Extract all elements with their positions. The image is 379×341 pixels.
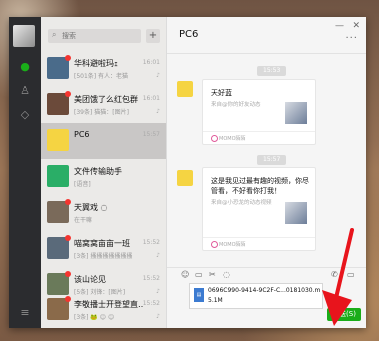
item-time: 15:52 bbox=[142, 239, 160, 246]
card-thumbnail bbox=[285, 102, 307, 124]
list-item[interactable]: 李敬播士开登望直… [3条] 🐸 😊 😊 15:52 ♪ bbox=[41, 292, 166, 328]
card-source: MOMO陌陌 bbox=[203, 131, 315, 144]
scissors-icon[interactable]: ✂ bbox=[209, 270, 216, 279]
item-name: 喵窝窝亩亩一班 bbox=[74, 239, 130, 248]
item-preview: [3条] 搔搔搔搔搔搔搔 bbox=[74, 253, 133, 260]
file-attachment[interactable]: ▤ 0696C990-9414-9C2F-C...0181030.mp4 5.1… bbox=[189, 283, 323, 309]
card-title: 这是我见过最有趣的视频，你尽管看，不好看你打我！ bbox=[211, 177, 309, 195]
card-title: 天好蓝 bbox=[211, 89, 232, 97]
share-card[interactable]: 天好蓝 来自@你的好友动态 MOMO陌陌 bbox=[202, 79, 316, 145]
item-preview: [3条] 🐸 😊 😊 bbox=[74, 314, 115, 321]
add-button[interactable]: + bbox=[146, 29, 160, 43]
timestamp: 15:57 bbox=[257, 155, 287, 165]
file-size: 5.1M bbox=[208, 297, 223, 304]
chat-header: PC6 — ✕ ··· bbox=[167, 17, 366, 54]
mute-icon: ♪ bbox=[156, 72, 160, 79]
close-button[interactable]: ✕ bbox=[352, 21, 360, 31]
share-card[interactable]: 这是我见过最有趣的视频，你尽管看，不好看你打我！ 来自@小恐龙的动态视频 MOM… bbox=[202, 167, 316, 251]
folder-icon[interactable]: ▭ bbox=[195, 270, 203, 279]
item-name: 天翼戏 ◌ bbox=[74, 203, 108, 212]
list-item[interactable]: 喵窝窝亩亩一班 [3条] 搔搔搔搔搔搔搔 15:52 ♪ bbox=[41, 231, 166, 267]
item-preview: [语音] bbox=[74, 181, 91, 188]
item-name: 李敬播士开登望直… bbox=[74, 300, 144, 309]
conversation-list: ⌕ + 华科避啦玛ｪ [501条] 有人：老猫 16:01 ♪ 美团饿了么红包群… bbox=[41, 17, 167, 328]
sender-avatar[interactable] bbox=[177, 170, 193, 186]
item-time: 15:57 bbox=[142, 131, 160, 138]
chat-bubble-icon[interactable]: ◌ bbox=[223, 270, 230, 279]
more-button[interactable]: ··· bbox=[345, 33, 358, 44]
input-toolbar: ☺ ▭ ✂ ◌ ✆ ▭ bbox=[167, 267, 366, 282]
left-nav: ● ♙ ◇ ≡ bbox=[9, 17, 41, 328]
search-box[interactable]: ⌕ bbox=[48, 29, 141, 43]
list-item[interactable]: 美团饿了么红包群 [39条] 猫猫：[图片] 16:01 ♪ bbox=[41, 87, 166, 123]
wechat-window: ● ♙ ◇ ≡ ⌕ + 华科避啦玛ｪ [501条] 有人：老猫 16:01 ♪ … bbox=[9, 17, 366, 328]
favorites-icon[interactable]: ◇ bbox=[19, 109, 31, 121]
phone-icon[interactable]: ✆ bbox=[331, 270, 338, 279]
file-icon: ▤ bbox=[194, 288, 204, 302]
pc6-avatar bbox=[47, 129, 69, 151]
momo-icon bbox=[211, 241, 218, 248]
contacts-icon[interactable]: ♙ bbox=[19, 85, 31, 97]
unread-badge bbox=[65, 271, 71, 277]
card-desc: 来自@你的好友动态 bbox=[211, 102, 261, 108]
list-item[interactable]: 天翼戏 ◌ 在干嘛 bbox=[41, 195, 166, 231]
item-time: 15:52 bbox=[142, 275, 160, 282]
timestamp: 15:53 bbox=[257, 66, 287, 76]
send-button[interactable]: 发送(S) bbox=[327, 308, 361, 321]
card-desc: 来自@小恐龙的动态视频 bbox=[211, 200, 272, 206]
unread-badge bbox=[65, 91, 71, 97]
source-name: MOMO陌陌 bbox=[219, 136, 246, 142]
chat-icon[interactable]: ● bbox=[19, 61, 31, 73]
mute-icon: ♪ bbox=[156, 252, 160, 259]
item-name: 文件传输助手 bbox=[74, 167, 122, 176]
item-name: PC6 bbox=[74, 130, 90, 139]
item-preview: 在干嘛 bbox=[74, 217, 93, 224]
unread-badge bbox=[65, 235, 71, 241]
item-time: 15:52 bbox=[142, 300, 160, 307]
source-name: MOMO陌陌 bbox=[219, 242, 246, 248]
chat-title: PC6 bbox=[179, 29, 199, 40]
file-name: 0696C990-9414-9C2F-C...0181030.mp4 bbox=[208, 287, 320, 294]
sender-avatar[interactable] bbox=[177, 81, 193, 97]
item-time: 16:01 bbox=[142, 95, 160, 102]
list-item[interactable]: 华科避啦玛ｪ [501条] 有人：老猫 16:01 ♪ bbox=[41, 51, 166, 87]
mute-icon: ♪ bbox=[156, 108, 160, 115]
card-thumbnail bbox=[285, 202, 307, 224]
unread-badge bbox=[65, 199, 71, 205]
momo-icon bbox=[211, 135, 218, 142]
item-name: 华科避啦玛ｪ bbox=[74, 59, 118, 68]
item-preview: [39条] 猫猫：[图片] bbox=[74, 109, 129, 116]
list-item[interactable]: 文件传输助手 [语音] bbox=[41, 159, 166, 195]
mute-icon: ♪ bbox=[156, 313, 160, 320]
menu-icon[interactable]: ≡ bbox=[19, 307, 31, 319]
unread-badge bbox=[65, 55, 71, 61]
chat-pane: PC6 — ✕ ··· 15:53 天好蓝 来自@你的好友动态 MOMO陌陌 1… bbox=[167, 17, 366, 328]
item-name: 美团饿了么红包群 bbox=[74, 95, 138, 104]
unread-badge bbox=[65, 296, 71, 302]
item-name: 该山论见 bbox=[74, 275, 106, 284]
list-item-selected[interactable]: PC6 15:57 bbox=[41, 123, 166, 159]
file-transfer-avatar bbox=[47, 165, 69, 187]
video-icon[interactable]: ▭ bbox=[347, 270, 355, 279]
emoji-icon[interactable]: ☺ bbox=[181, 270, 189, 279]
item-time: 16:01 bbox=[142, 59, 160, 66]
search-input[interactable] bbox=[62, 30, 136, 41]
search-icon: ⌕ bbox=[52, 30, 57, 39]
minimize-button[interactable]: — bbox=[335, 21, 344, 31]
user-avatar[interactable] bbox=[13, 25, 35, 47]
item-preview: [501条] 有人：老猫 bbox=[74, 73, 129, 80]
card-source: MOMO陌陌 bbox=[203, 237, 315, 250]
